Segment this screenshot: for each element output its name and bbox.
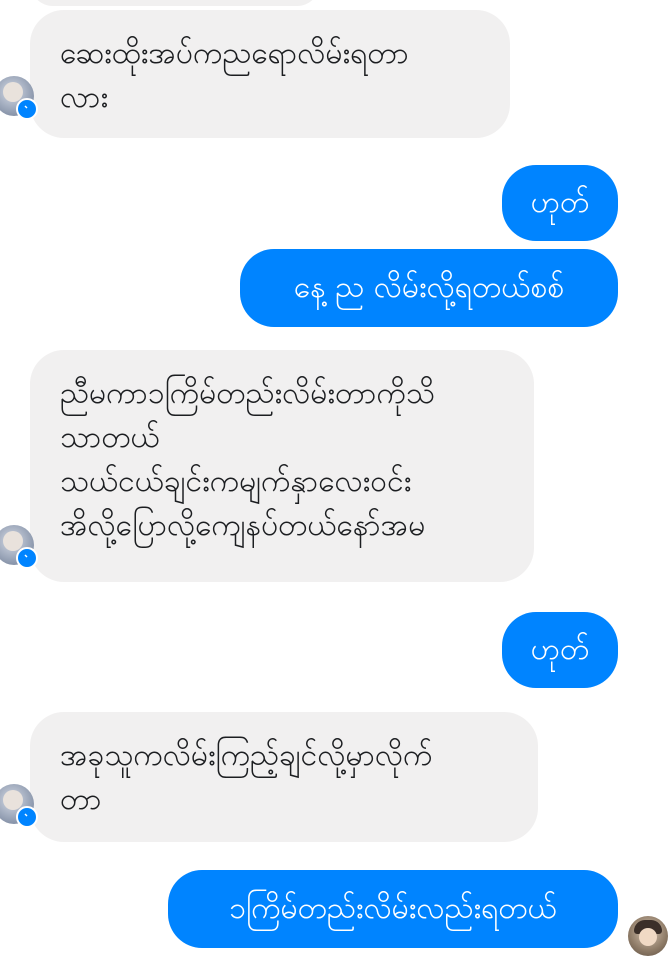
outgoing-message[interactable]: ၁ကြိမ်တည်းလိမ်းလည်းရတယ် bbox=[168, 870, 618, 948]
message-partial-top[interactable] bbox=[30, 0, 320, 6]
contact-avatar[interactable] bbox=[0, 76, 38, 120]
messenger-icon bbox=[16, 547, 38, 569]
outgoing-message[interactable]: နေ့ ည လိမ်းလို့ရတယ်စစ် bbox=[240, 249, 618, 327]
outgoing-message[interactable]: ဟုတ် bbox=[502, 612, 618, 688]
contact-avatar[interactable] bbox=[0, 525, 38, 569]
messenger-icon bbox=[16, 98, 38, 120]
incoming-message[interactable]: အခုသူကလိမ်းကြည့်ချင်လို့မှာလိုက် တာ bbox=[30, 712, 538, 842]
incoming-message[interactable]: ညီမကာ၁ကြိမ်တည်းလိမ်းတာကိုသိ သာတယ် သယ်ငယ်… bbox=[30, 350, 534, 582]
outgoing-message[interactable]: ဟုတ် bbox=[502, 165, 618, 241]
read-receipt-avatar-icon bbox=[628, 916, 668, 956]
contact-avatar[interactable] bbox=[0, 784, 38, 828]
message-thread: ဆေးထိုးအပ်ကညရောလိမ်းရတာ လား ဟုတ် နေ့ ည လ… bbox=[0, 0, 670, 960]
incoming-message[interactable]: ဆေးထိုးအပ်ကညရောလိမ်းရတာ လား bbox=[30, 10, 510, 138]
messenger-icon bbox=[16, 806, 38, 828]
